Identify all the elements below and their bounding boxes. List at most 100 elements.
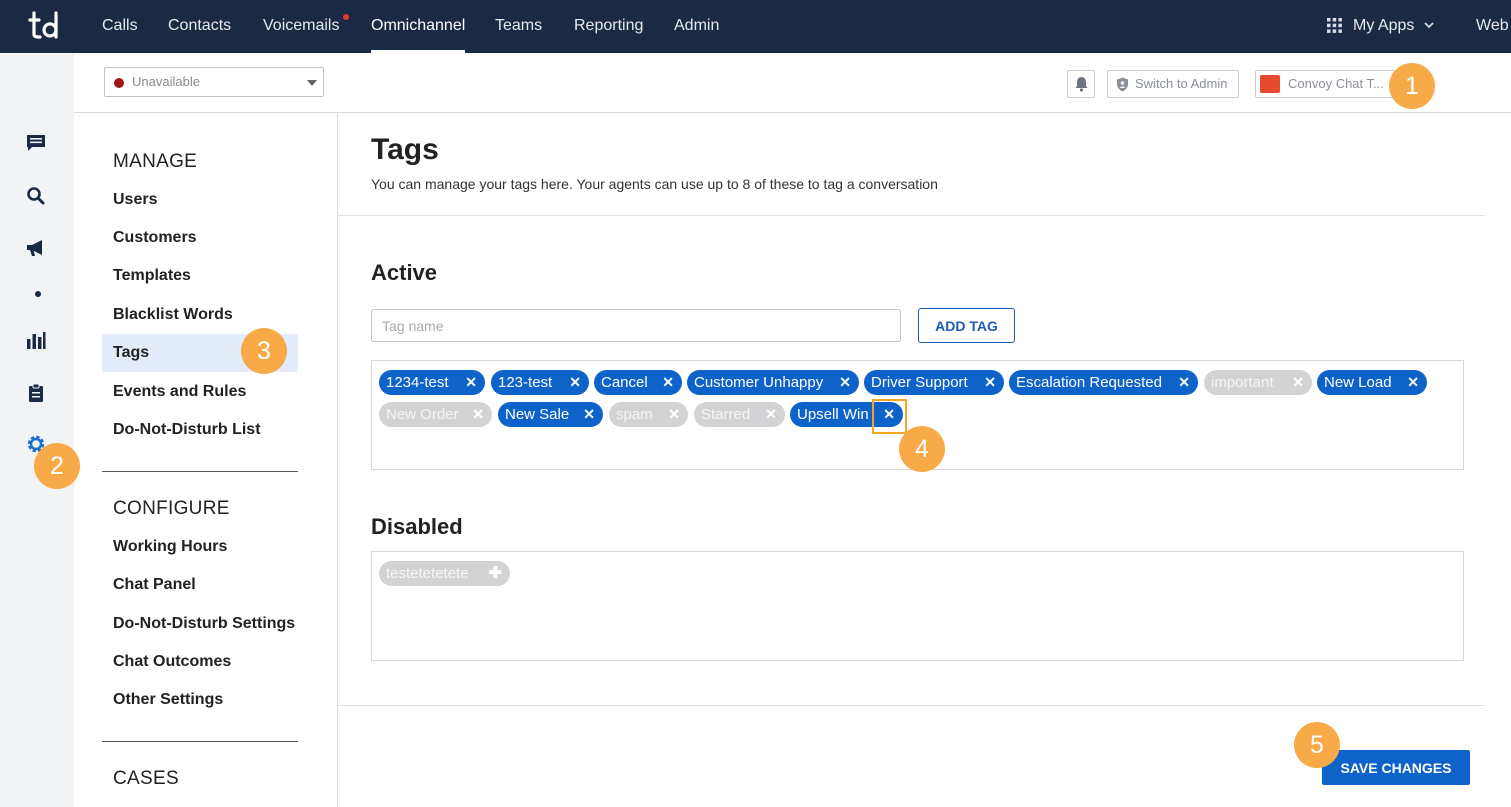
tag-label: 1234-test [386,374,449,391]
configure-section-title: CONFIGURE [113,498,230,519]
tag-label: testetetetete [386,565,469,582]
tag-chip: Customer Unhappy ✕ [687,370,859,395]
nav-admin[interactable]: Admin [674,0,719,53]
sidebar-item-chat-outcomes[interactable]: Chat Outcomes [113,653,231,671]
add-tag-button[interactable]: ADD TAG [918,308,1015,343]
disabled-section-title: Disabled [371,514,463,539]
sub-header: Unavailable Switch to Admin Convoy Chat … [74,53,1511,113]
tag-chip: New Load ✕ [1317,370,1427,395]
clipboard-icon[interactable] [25,382,47,404]
tag-chip-disabled: spam ✕ [609,402,688,427]
tag-chip-disabled: Starred ✕ [694,402,785,427]
tag-chip-disabled: important ✕ [1204,370,1312,395]
megaphone-icon[interactable] [25,237,47,259]
account-selector-button[interactable]: Convoy Chat T... [1255,70,1395,98]
dot-icon[interactable] [35,291,41,297]
callout-badge-1: 1 [1389,63,1435,109]
header-divider [338,215,1485,216]
sidebar-item-dnd-list[interactable]: Do-Not-Disturb List [113,421,261,439]
tag-label: important [1211,374,1274,391]
nav-omnichannel[interactable]: Omnichannel [371,0,466,53]
status-indicator-icon [114,78,124,88]
section-divider [102,741,298,742]
my-apps-menu[interactable]: My Apps [1353,0,1414,53]
bell-icon [1075,77,1088,92]
tag-label: Driver Support [871,374,968,391]
tag-chip: 123-test ✕ [491,370,589,395]
tag-label: spam [616,406,653,423]
nav-teams[interactable]: Teams [495,0,542,53]
notifications-button[interactable] [1067,70,1095,98]
tag-label: Cancel [601,374,648,391]
tag-label: New Load [1324,374,1392,391]
top-nav: Calls Contacts Voicemails Omnichannel Te… [0,0,1511,53]
sidebar-item-customers[interactable]: Customers [113,229,197,247]
cases-section-title: CASES [113,768,179,789]
remove-tag-icon[interactable]: ✕ [984,370,996,395]
status-dropdown[interactable]: Unavailable [104,67,324,97]
tag-label: Escalation Requested [1016,374,1162,391]
sidebar-item-templates[interactable]: Templates [113,267,191,285]
active-section-title: Active [371,260,438,285]
sidebar-item-other-settings[interactable]: Other Settings [113,691,223,709]
sidebar-item-blacklist-words[interactable]: Blacklist Words [113,306,233,324]
sidebar-item-chat-panel[interactable]: Chat Panel [113,576,196,594]
remove-tag-icon[interactable]: ✕ [1407,370,1419,395]
chevron-down-icon[interactable] [1423,19,1435,31]
sidebar-item-tags[interactable]: Tags [113,344,149,362]
tag-chip: Driver Support ✕ [864,370,1004,395]
nav-reporting[interactable]: Reporting [574,0,643,53]
manage-section-title: MANAGE [113,151,198,172]
remove-tag-icon[interactable]: ✕ [569,370,581,395]
callout-badge-3: 3 [241,328,287,374]
callout-badge-5: 5 [1294,722,1340,768]
voicemail-notification-dot [343,14,349,20]
tag-label: Upsell Win [797,406,869,423]
tag-chip: 1234-test ✕ [379,370,485,395]
remove-tag-icon[interactable]: ✕ [1178,370,1190,395]
chat-icon[interactable] [25,132,47,154]
tag-chip: New Sale ✕ [498,402,603,427]
sidebar-item-events-and-rules[interactable]: Events and Rules [113,383,246,401]
highlight-box [872,399,907,434]
tag-chip-disabled: testetetetete ✚ [379,561,510,586]
tag-label: Customer Unhappy [694,374,824,391]
callout-badge-2: 2 [34,443,80,489]
remove-tag-icon[interactable]: ✕ [1292,370,1304,395]
nav-contacts[interactable]: Contacts [168,0,231,53]
tag-label: Starred [701,406,751,423]
apps-grid-icon [1327,18,1342,33]
sidebar-item-users[interactable]: Users [113,191,157,209]
sidebar-item-working-hours[interactable]: Working Hours [113,538,227,556]
nav-calls[interactable]: Calls [102,0,138,53]
remove-tag-icon[interactable]: ✕ [472,402,484,427]
remove-tag-icon[interactable]: ✕ [765,402,777,427]
shield-icon [1117,77,1128,92]
td-logo[interactable] [28,10,62,40]
enable-tag-plus-icon[interactable]: ✚ [489,561,502,586]
page-title: Tags [371,133,439,166]
nav-voicemails[interactable]: Voicemails [263,0,339,53]
tag-chip: Cancel ✕ [594,370,682,395]
save-changes-button[interactable]: SAVE CHANGES [1322,750,1470,785]
remove-tag-icon[interactable]: ✕ [668,402,680,427]
page-subtitle: You can manage your tags here. Your agen… [371,176,938,192]
nav-web[interactable]: Web [1476,0,1509,53]
search-icon[interactable] [25,185,47,207]
remove-tag-icon[interactable]: ✕ [662,370,674,395]
footer-divider [338,705,1485,706]
remove-tag-icon[interactable]: ✕ [465,370,477,395]
bar-chart-icon[interactable] [25,330,47,352]
switch-to-admin-label: Switch to Admin [1135,76,1228,91]
account-name: Convoy Chat T... [1288,76,1384,91]
tag-label: New Sale [505,406,570,423]
callout-badge-4: 4 [899,426,945,472]
remove-tag-icon[interactable]: ✕ [583,402,595,427]
switch-to-admin-button[interactable]: Switch to Admin [1107,70,1239,98]
tag-label: 123-test [498,374,553,391]
tag-name-input[interactable] [371,309,901,342]
status-value: Unavailable [132,74,200,89]
sidebar-item-dnd-settings[interactable]: Do-Not-Disturb Settings [113,615,295,633]
disabled-tags-box [371,551,1464,661]
remove-tag-icon[interactable]: ✕ [839,370,851,395]
